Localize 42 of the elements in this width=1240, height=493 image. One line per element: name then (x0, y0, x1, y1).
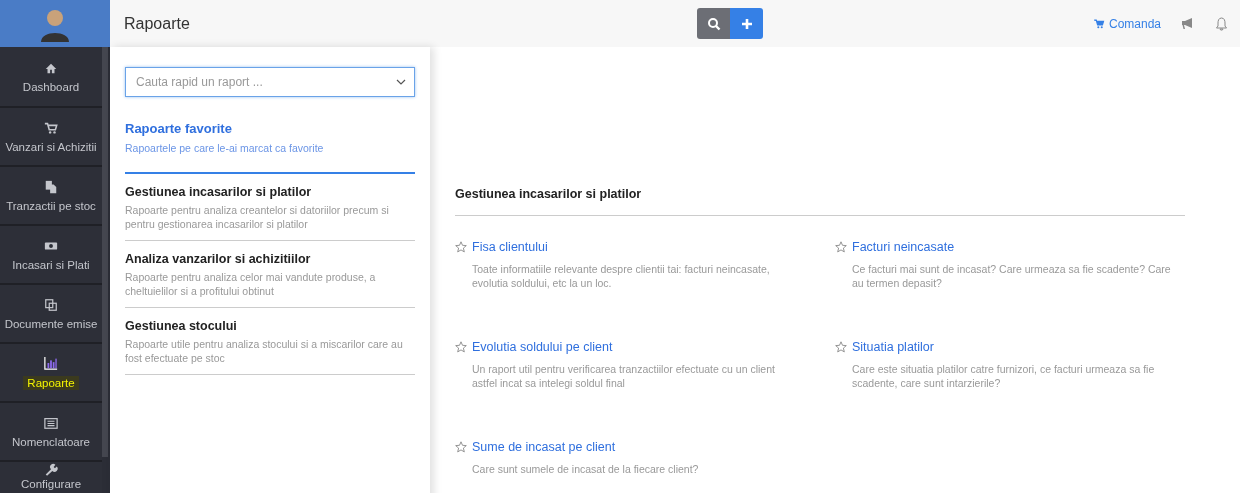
report-link[interactable]: Evolutia soldului pe client (472, 340, 613, 354)
category-title[interactable]: Gestiunea incasarilor si platilor (125, 185, 415, 199)
report-description: Toate informatiile relevante despre clientii tai: facturi neincasate, evolutia soldului, etc la un loc. (472, 262, 771, 290)
star-icon[interactable] (455, 241, 467, 253)
cart-icon (1092, 18, 1105, 29)
report-description: Care sunt sumele de incasat de la fiecare client? (472, 462, 700, 476)
category-description: Rapoarte pentru analiza creantelor si datoriilor precum si pentru gestionarea incasarilor si platilor (125, 203, 390, 231)
star-icon[interactable] (455, 441, 467, 453)
bell-icon[interactable] (1215, 16, 1228, 31)
search-button[interactable] (697, 8, 730, 39)
report-description: Ce facturi mai sunt de incasat? Care urmeaza sa fie scadente? Care au termen depasit? (852, 262, 1172, 290)
order-link[interactable]: Comanda (1092, 16, 1161, 31)
report-description: Care este situatia platilor catre furnizori, ce facturi urmeaza sa fie scadente, care sunt intarzierile? (852, 362, 1156, 390)
wrench-icon (44, 463, 58, 477)
add-button[interactable] (730, 8, 763, 39)
list-icon (44, 415, 58, 430)
cart-icon (44, 120, 58, 135)
report-link[interactable]: Sume de incasat pe client (472, 440, 616, 454)
category-title[interactable]: Analiza vanzarilor si achizitiilor (125, 252, 415, 266)
megaphone-icon[interactable] (1181, 17, 1195, 30)
section-title: Gestiunea incasarilor si platilor (455, 187, 1185, 216)
category-title[interactable]: Gestiunea stocului (125, 319, 415, 333)
report-link[interactable]: Situatia platilor (852, 340, 934, 354)
favorites-description: Rapoartele pe care le-ai marcat ca favorite (125, 142, 325, 154)
plus-icon (740, 17, 753, 30)
category-description: Rapoarte pentru analiza celor mai vandute produse, a cheltuielilor si a profitului obtinut (125, 270, 377, 298)
chevron-down-icon[interactable] (396, 79, 406, 85)
search-field[interactable]: Cauta rapid un raport ... (125, 67, 415, 97)
category-description: Rapoarte utile pentru analiza stocului si a miscarilor care au fost efectuate pe stoc (125, 337, 404, 365)
star-icon[interactable] (455, 341, 467, 353)
favorites-title[interactable]: Rapoarte favorite (125, 121, 415, 136)
bar-chart-icon (44, 355, 58, 370)
copy-icon (44, 297, 58, 312)
search-icon (706, 16, 721, 31)
page-title: Rapoarte (124, 14, 191, 33)
report-link[interactable]: Fisa clientului (472, 240, 548, 254)
documents-icon (44, 179, 58, 194)
star-icon[interactable] (835, 341, 847, 353)
scrollbar[interactable] (102, 47, 108, 457)
report-link[interactable]: Facturi neincasate (852, 240, 955, 254)
report-description: Un raport util pentru verificarea tranzactiilor efectuate cu un client astfel incat sa intelegi soldul final (472, 362, 776, 390)
star-icon[interactable] (835, 241, 847, 253)
